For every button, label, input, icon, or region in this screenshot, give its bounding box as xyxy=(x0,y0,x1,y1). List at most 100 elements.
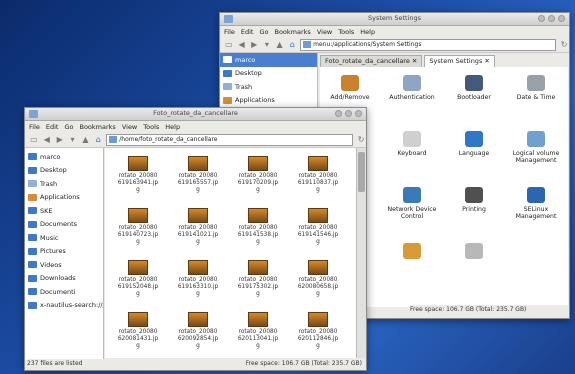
sidebar-item[interactable]: Documenti xyxy=(25,285,103,299)
go-icon[interactable]: ↻ xyxy=(559,40,569,49)
tab-foto-rotate[interactable]: Foto_rotate_da_cancellare ✕ xyxy=(320,55,423,67)
settings-item[interactable]: Bootloader xyxy=(444,75,504,101)
sidebar-item[interactable]: Pictures xyxy=(25,245,103,259)
menu-tools[interactable]: Tools xyxy=(338,28,354,36)
menu-bookmarks[interactable]: Bookmarks xyxy=(275,28,311,36)
maximize-button[interactable] xyxy=(345,110,352,117)
file-item[interactable]: rotato_20080 620081431.jp g xyxy=(111,312,165,350)
menu-edit[interactable]: Edit xyxy=(241,28,254,36)
forward-icon[interactable]: ▶ xyxy=(249,40,259,49)
clock-icon xyxy=(527,75,545,91)
menu-tools[interactable]: Tools xyxy=(143,123,159,131)
dropdown-icon[interactable]: ▾ xyxy=(68,135,78,144)
sidebar-item[interactable]: Trash xyxy=(25,177,103,191)
new-folder-icon[interactable]: ▭ xyxy=(224,40,234,49)
minimize-button[interactable] xyxy=(538,15,545,22)
menu-help[interactable]: Help xyxy=(360,28,375,36)
file-item[interactable]: rotato_20080 620092854.jp g xyxy=(171,312,225,350)
settings-item[interactable]: Add/Remove xyxy=(320,75,380,101)
location-bar[interactable]: menu:/applications/System Settings xyxy=(300,38,557,51)
file-item[interactable]: rotato_20080 619110837.jp g xyxy=(291,156,345,194)
settings-item[interactable]: Network Device Control xyxy=(382,187,442,220)
menu-help[interactable]: Help xyxy=(165,123,180,131)
sidebar-item[interactable]: Videos xyxy=(25,258,103,272)
settings-item[interactable]: Language xyxy=(444,131,504,157)
scrollbar-thumb[interactable] xyxy=(358,152,365,192)
settings-item[interactable]: Date & Time xyxy=(506,75,566,101)
settings-item[interactable]: Printing xyxy=(444,187,504,213)
file-item[interactable]: rotato_20080 619141546.jp g xyxy=(291,208,345,246)
sidebar-item[interactable]: SKE xyxy=(25,204,103,218)
file-grid-scrollbar[interactable] xyxy=(356,148,366,358)
sidebar-item-label: Music xyxy=(40,233,59,242)
file-name-line: 619140723.jp xyxy=(117,232,159,238)
file-item[interactable]: rotato_20080 620080658.jp g xyxy=(291,260,345,298)
back-icon[interactable]: ◀ xyxy=(237,40,247,49)
file-item[interactable]: rotato_20080 620112846.jp g xyxy=(291,312,345,350)
home-icon[interactable]: ⌂ xyxy=(93,135,103,144)
sidebar-item-label: x-nautilus-search:/// xyxy=(40,301,103,310)
up-icon[interactable]: ▲ xyxy=(81,135,91,144)
tab-system-settings[interactable]: System Settings ✕ xyxy=(424,55,495,67)
home-icon[interactable]: ⌂ xyxy=(287,40,297,49)
file-item[interactable]: rotato_20080 619163941.jp g xyxy=(111,156,165,194)
menu-view[interactable]: View xyxy=(122,123,137,131)
close-button[interactable] xyxy=(558,15,565,22)
forward-icon[interactable]: ▶ xyxy=(55,135,65,144)
sidebar-item[interactable]: Desktop xyxy=(25,164,103,178)
sidebar-item-trash[interactable]: Trash xyxy=(220,80,317,94)
maximize-button[interactable] xyxy=(548,15,555,22)
menu-go[interactable]: Go xyxy=(64,123,73,131)
new-folder-icon[interactable]: ▭ xyxy=(29,135,39,144)
go-icon[interactable]: ↻ xyxy=(356,135,366,144)
settings-item-label: Keyboard xyxy=(397,150,427,157)
back-icon[interactable]: ◀ xyxy=(42,135,52,144)
menu-go[interactable]: Go xyxy=(259,28,268,36)
sidebar-item[interactable]: Documents xyxy=(25,218,103,232)
close-button[interactable] xyxy=(355,110,362,117)
sidebar-item-marco[interactable]: marco xyxy=(220,53,317,67)
file-item[interactable]: rotato_20080 619140723.jp g xyxy=(111,208,165,246)
settings-item[interactable]: Keyboard xyxy=(382,131,442,157)
sidebar-item[interactable]: marco xyxy=(25,150,103,164)
tab-close-icon[interactable]: ✕ xyxy=(484,57,489,65)
location-bar[interactable]: /home/foto_rotate_da_cancellare xyxy=(106,133,354,146)
sidebar-item[interactable]: Music xyxy=(25,231,103,245)
file-manager-titlebar[interactable]: Foto_rotate_da_cancellare xyxy=(25,108,366,121)
menu-file[interactable]: File xyxy=(29,123,40,131)
settings-item[interactable]: Logical volume Management xyxy=(506,131,566,164)
folder-icon xyxy=(28,288,37,296)
users-icon xyxy=(403,243,421,259)
image-thumbnail-icon xyxy=(248,260,268,275)
minimize-button[interactable] xyxy=(335,110,342,117)
file-item[interactable]: rotato_20080 619175302.jp g xyxy=(231,260,285,298)
file-item[interactable]: rotato_20080 619170209.jp g xyxy=(231,156,285,194)
sidebar-item-label: Desktop xyxy=(40,166,67,175)
up-icon[interactable]: ▲ xyxy=(275,40,285,49)
file-item[interactable]: rotato_20080 620113041.jp g xyxy=(231,312,285,350)
sidebar-item[interactable]: x-nautilus-search:/// xyxy=(25,299,103,313)
menu-file[interactable]: File xyxy=(224,28,235,36)
settings-item[interactable] xyxy=(382,243,442,262)
sidebar-item-applications[interactable]: Applications xyxy=(220,94,317,108)
settings-item[interactable]: SELinux Management xyxy=(506,187,566,220)
menu-edit[interactable]: Edit xyxy=(46,123,59,131)
menu-view[interactable]: View xyxy=(317,28,332,36)
system-settings-titlebar[interactable]: System Settings xyxy=(220,13,569,26)
file-item[interactable]: rotato_20080 619141021.jp g xyxy=(171,208,225,246)
status-file-count: 237 files are listed xyxy=(27,360,83,367)
settings-item[interactable] xyxy=(444,243,504,262)
tab-close-icon[interactable]: ✕ xyxy=(412,57,417,65)
sidebar-item-label: Documenti xyxy=(40,287,76,296)
file-item[interactable]: rotato_20080 619165557.jp g xyxy=(171,156,225,194)
sidebar-item[interactable]: Applications xyxy=(25,191,103,205)
sidebar-item[interactable]: Downloads xyxy=(25,272,103,286)
file-item[interactable]: rotato_20080 619141538.jp g xyxy=(231,208,285,246)
file-item[interactable]: rotato_20080 619152048.jp g xyxy=(111,260,165,298)
file-name-line: g xyxy=(196,291,200,297)
dropdown-icon[interactable]: ▾ xyxy=(262,40,272,49)
menu-bookmarks[interactable]: Bookmarks xyxy=(80,123,116,131)
file-item[interactable]: rotato_20080 619163310.jp g xyxy=(171,260,225,298)
sidebar-item-desktop[interactable]: Desktop xyxy=(220,67,317,81)
settings-item[interactable]: Authentication xyxy=(382,75,442,101)
